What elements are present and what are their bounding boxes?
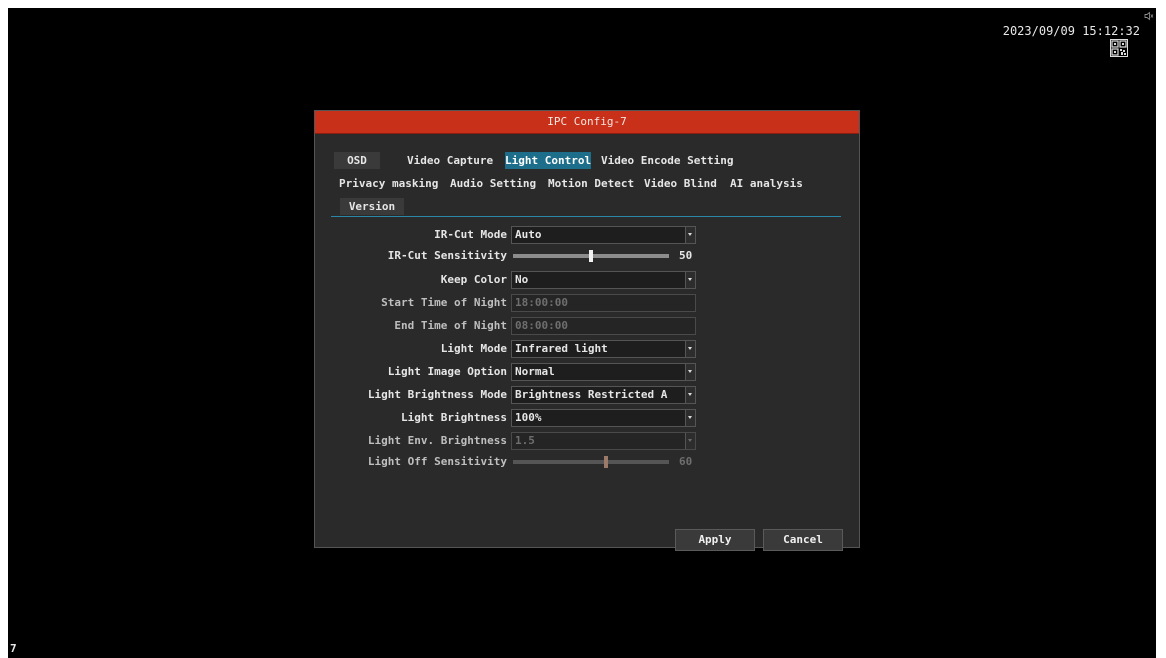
start-time-of-night-label: Start Time of Night (381, 296, 507, 309)
light-off-sensitivity-slider (513, 456, 669, 468)
dropdown-arrow-icon[interactable] (685, 227, 695, 243)
light-image-option-label: Light Image Option (387, 365, 507, 378)
slider-thumb[interactable] (589, 250, 593, 262)
dropdown-arrow-icon[interactable] (685, 341, 695, 357)
light-env-brightness-label: Light Env. Brightness (367, 434, 507, 447)
ipc-config-dialog: IPC Config-7 OSD Video Capture Light Con… (314, 110, 860, 551)
ir-cut-sensitivity-slider[interactable] (513, 250, 669, 262)
ir-cut-mode-label: IR-Cut Mode (434, 228, 507, 241)
ir-cut-sensitivity-label: IR-Cut Sensitivity (387, 249, 507, 262)
light-env-brightness-value: 1.5 (515, 434, 535, 447)
light-mode-value: Infrared light (515, 342, 608, 355)
light-off-sensitivity-label: Light Off Sensitivity (367, 455, 507, 468)
tab-light-control[interactable]: Light Control (505, 152, 592, 169)
tab-video-blind[interactable]: Video Blind (644, 175, 717, 192)
row-ir-cut-mode: IR-Cut Mode Auto (329, 226, 849, 244)
start-time-of-night-value: 18:00:00 (515, 296, 568, 309)
light-brightness-mode-select[interactable]: Brightness Restricted A (511, 386, 696, 404)
row-light-image-option: Light Image Option Normal (329, 363, 849, 381)
dropdown-arrow-icon[interactable] (685, 410, 695, 426)
ir-cut-mode-value: Auto (515, 228, 542, 241)
row-start-time-of-night: Start Time of Night 18:00:00 (329, 294, 849, 312)
keep-color-value: No (515, 273, 529, 286)
qr-code-icon[interactable] (1110, 39, 1128, 57)
light-off-sensitivity-value: 60 (679, 455, 693, 468)
row-ir-cut-sensitivity: IR-Cut Sensitivity 50 (329, 247, 849, 265)
end-time-of-night-value: 08:00:00 (515, 319, 568, 332)
row-end-time-of-night: End Time of Night 08:00:00 (329, 317, 849, 335)
light-mode-select[interactable]: Infrared light (511, 340, 696, 358)
light-brightness-mode-label: Light Brightness Mode (367, 388, 507, 401)
light-brightness-value: 100% (515, 411, 542, 424)
keep-color-label: Keep Color (440, 273, 507, 286)
tab-osd[interactable]: OSD (334, 152, 380, 169)
dropdown-arrow-icon (685, 433, 695, 449)
cancel-button[interactable]: Cancel (763, 529, 843, 551)
light-brightness-select[interactable]: 100% (511, 409, 696, 427)
light-env-brightness-select: 1.5 (511, 432, 696, 450)
row-light-env-brightness: Light Env. Brightness 1.5 (329, 432, 849, 450)
dropdown-arrow-icon[interactable] (685, 272, 695, 288)
tab-privacy-masking[interactable]: Privacy masking (339, 175, 438, 192)
apply-button[interactable]: Apply (675, 529, 755, 551)
ir-cut-mode-select[interactable]: Auto (511, 226, 696, 244)
tab-motion-detect[interactable]: Motion Detect (548, 175, 634, 192)
row-light-mode: Light Mode Infrared light (329, 340, 849, 358)
light-brightness-mode-value: Brightness Restricted A (515, 388, 668, 401)
tab-underline (331, 216, 841, 217)
row-keep-color: Keep Color No (329, 271, 849, 289)
tab-ai-analysis[interactable]: AI analysis (730, 175, 803, 192)
tab-version[interactable]: Version (340, 198, 404, 215)
video-screen: 2023/09/09 15:12:32 7 IPC Config-7 OSD V… (8, 8, 1156, 658)
channel-number: 7 (10, 642, 17, 655)
tab-video-capture[interactable]: Video Capture (407, 152, 493, 169)
dropdown-arrow-icon[interactable] (685, 387, 695, 403)
keep-color-select[interactable]: No (511, 271, 696, 289)
dropdown-arrow-icon[interactable] (685, 364, 695, 380)
speaker-mute-icon (1144, 11, 1154, 21)
row-light-brightness: Light Brightness 100% (329, 409, 849, 427)
row-light-brightness-mode: Light Brightness Mode Brightness Restric… (329, 386, 849, 404)
dialog-title: IPC Config-7 (315, 111, 859, 134)
light-image-option-value: Normal (515, 365, 555, 378)
row-light-off-sensitivity: Light Off Sensitivity 60 (329, 453, 849, 471)
tab-video-encode-setting[interactable]: Video Encode Setting (601, 152, 733, 169)
tab-audio-setting[interactable]: Audio Setting (450, 175, 536, 192)
light-brightness-label: Light Brightness (401, 411, 507, 424)
end-time-of-night-label: End Time of Night (394, 319, 507, 332)
datetime-display: 2023/09/09 15:12:32 (1002, 24, 1140, 38)
slider-thumb (604, 456, 609, 468)
end-time-of-night-field: 08:00:00 (511, 317, 696, 335)
ir-cut-sensitivity-value: 50 (679, 249, 693, 262)
start-time-of-night-field: 18:00:00 (511, 294, 696, 312)
light-mode-label: Light Mode (440, 342, 507, 355)
light-image-option-select[interactable]: Normal (511, 363, 696, 381)
